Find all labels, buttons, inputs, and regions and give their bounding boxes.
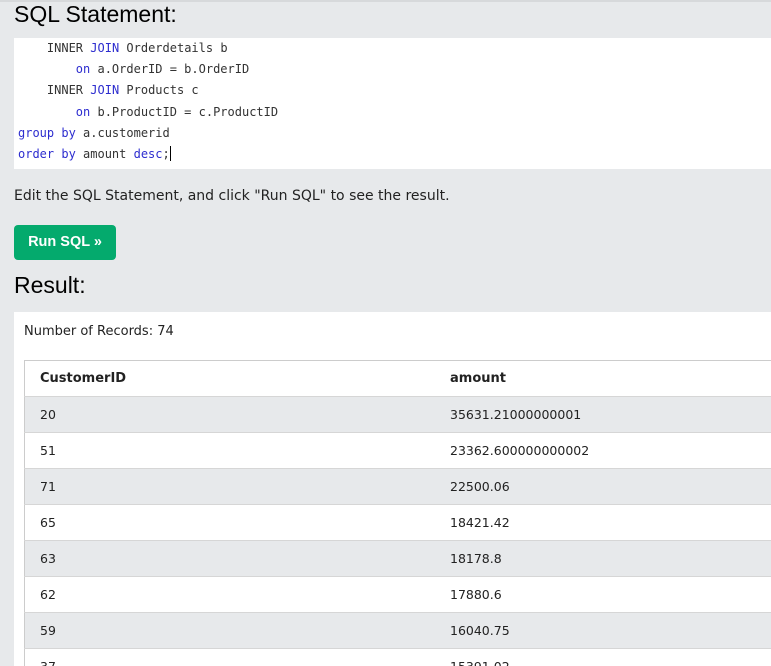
cell-amount: 22500.06 (435, 468, 771, 505)
cell-amount: 23362.600000000002 (435, 432, 771, 469)
sql-text: INNER (46, 83, 91, 97)
table-row: 71 22500.06 (24, 468, 771, 505)
table-header-row: CustomerID amount (24, 360, 771, 397)
cell-customerid: 63 (24, 540, 435, 577)
column-header-customerid: CustomerID (24, 360, 435, 397)
text-cursor (169, 146, 171, 161)
sql-text: a.customerid (75, 126, 170, 140)
code-line: order by amount desc; (18, 144, 171, 164)
table-row: 51 23362.600000000002 (24, 432, 771, 469)
cell-customerid: 51 (24, 432, 435, 469)
result-table: CustomerID amount 20 35631.21000000001 51 2… (24, 360, 771, 666)
sql-text: Products c (119, 83, 199, 97)
sql-keyword: desc (133, 147, 163, 161)
table-row: 63 18178.8 (24, 540, 771, 577)
sql-keyword: JOIN (90, 41, 120, 55)
table-row: 59 16040.75 (24, 612, 771, 649)
sql-keyword: JOIN (90, 83, 120, 97)
cell-customerid: 20 (24, 396, 435, 433)
cell-amount: 35631.21000000001 (435, 396, 771, 433)
table-row: 20 35631.21000000001 (24, 396, 771, 433)
sql-text: Orderdetails b (119, 41, 228, 55)
sql-keyword: group by (18, 126, 76, 140)
table-row: 3715391.02 (24, 648, 771, 666)
code-line: on a.OrderID = b.OrderID (18, 59, 249, 79)
column-header-amount: amount (435, 360, 771, 397)
sql-editor[interactable]: INNER JOIN Orderdetails b on a.OrderID =… (14, 38, 771, 169)
sql-text: b.ProductID = c.ProductID (90, 105, 279, 119)
sql-text: ; (162, 147, 170, 161)
sql-keyword: on (75, 105, 91, 119)
sql-text: amount (75, 147, 134, 161)
cell-customerid: 65 (24, 504, 435, 541)
cell-amount: 16040.75 (435, 612, 771, 649)
sql-keyword: on (75, 62, 91, 76)
cell-customerid: 59 (24, 612, 435, 649)
result-panel: Number of Records: 74 CustomerID amount … (14, 312, 771, 666)
cell-customerid: 37 (24, 648, 435, 666)
code-line: INNER JOIN Orderdetails b (18, 38, 228, 58)
sql-keyword: order by (18, 147, 76, 161)
cell-amount: 18421.42 (435, 504, 771, 541)
cell-customerid: 71 (24, 468, 435, 505)
cell-amount: 18178.8 (435, 540, 771, 577)
sql-text: INNER (46, 41, 91, 55)
table-row: 65 18421.42 (24, 504, 771, 541)
record-count: Number of Records: 74 (24, 324, 174, 339)
sql-statement-heading: SQL Statement: (14, 1, 177, 27)
code-line: on b.ProductID = c.ProductID (18, 102, 278, 122)
code-line: INNER JOIN Products c (18, 80, 199, 100)
instruction-text: Edit the SQL Statement, and click "Run S… (14, 188, 450, 204)
cell-amount: 17880.6 (435, 576, 771, 613)
cell-customerid: 62 (24, 576, 435, 613)
page: SQL Statement: INNER JOIN Orderdetails b… (0, 0, 771, 666)
sql-text: a.OrderID = b.OrderID (90, 62, 250, 76)
code-line: group by a.customerid (18, 123, 170, 143)
cell-amount: 15391.02 (435, 648, 771, 666)
run-sql-button[interactable]: Run SQL » (14, 225, 116, 260)
result-heading: Result: (14, 272, 86, 298)
table-row: 62 17880.6 (24, 576, 771, 613)
